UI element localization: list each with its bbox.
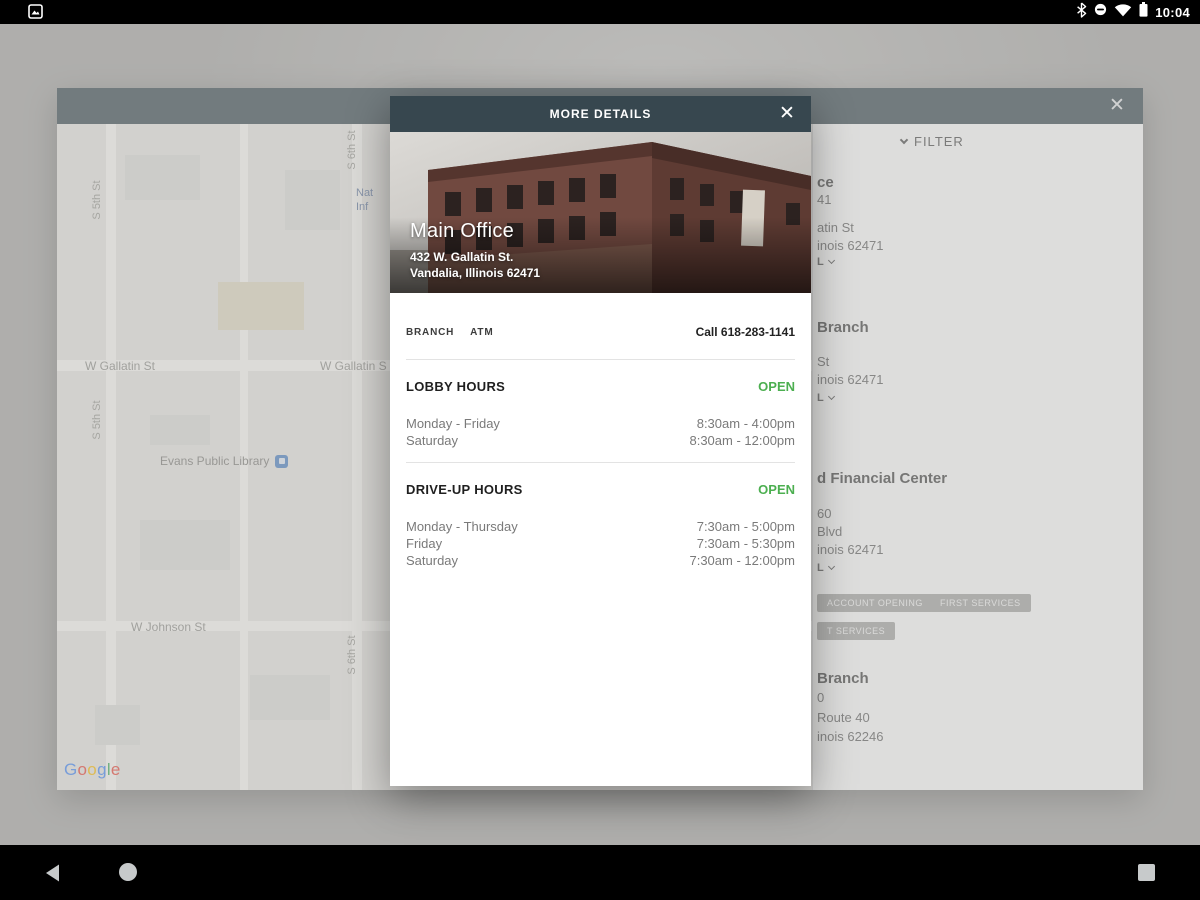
branch-address-line1: 432 W. Gallatin St. bbox=[410, 250, 514, 264]
dialog-header: MORE DETAILS ✕ bbox=[390, 96, 811, 132]
more-details-dialog: MORE DETAILS ✕ Main Office 432 W. Gallat… bbox=[390, 96, 811, 786]
clock: 10:04 bbox=[1155, 4, 1190, 20]
open-status-badge: OPEN bbox=[758, 379, 795, 394]
bluetooth-icon bbox=[1076, 1, 1087, 23]
section-title: DRIVE-UP HOURS bbox=[406, 482, 523, 497]
branch-photo: Main Office 432 W. Gallatin St. Vandalia… bbox=[390, 132, 811, 293]
hours-row: Saturday 7:30am - 12:00pm bbox=[406, 553, 795, 568]
dialog-body: BRANCH ATM Call 618-283-1141 LOBBY HOURS… bbox=[390, 293, 811, 569]
open-status-badge: OPEN bbox=[758, 482, 795, 497]
dialog-title: MORE DETAILS bbox=[549, 107, 652, 121]
drive-up-hours-section: DRIVE-UP HOURS OPEN Monday - Thursday 7:… bbox=[406, 463, 795, 569]
android-nav-bar bbox=[0, 845, 1200, 900]
battery-icon bbox=[1139, 2, 1148, 22]
home-button[interactable] bbox=[119, 863, 137, 881]
screen: 10:04 ✕ W Gallatin St W Gallatin S W Joh… bbox=[0, 0, 1200, 900]
branch-address-line2: Vandalia, Illinois 62471 bbox=[410, 266, 541, 280]
do-not-disturb-icon bbox=[1094, 3, 1107, 21]
hours-row: Monday - Friday 8:30am - 4:00pm bbox=[406, 416, 795, 431]
section-title: LOBBY HOURS bbox=[406, 379, 506, 394]
status-bar: 10:04 bbox=[0, 0, 1200, 24]
recents-button[interactable] bbox=[1138, 864, 1155, 881]
branch-meta-row: BRANCH ATM Call 618-283-1141 bbox=[406, 293, 795, 360]
type-badge-atm: ATM bbox=[470, 326, 494, 338]
wifi-icon bbox=[1114, 3, 1132, 22]
type-badge-branch: BRANCH bbox=[406, 326, 455, 338]
lobby-hours-section: LOBBY HOURS OPEN Monday - Friday 8:30am … bbox=[406, 360, 795, 463]
branch-name: Main Office bbox=[410, 220, 515, 242]
dialog-close-button[interactable]: ✕ bbox=[775, 102, 799, 126]
hours-row: Saturday 8:30am - 12:00pm bbox=[406, 433, 795, 448]
hours-row: Friday 7:30am - 5:30pm bbox=[406, 536, 795, 551]
back-button[interactable] bbox=[44, 863, 60, 888]
hours-row: Monday - Thursday 7:30am - 5:00pm bbox=[406, 519, 795, 534]
screenshot-notification-icon bbox=[28, 4, 43, 24]
call-phone-link[interactable]: Call 618-283-1141 bbox=[696, 325, 795, 339]
